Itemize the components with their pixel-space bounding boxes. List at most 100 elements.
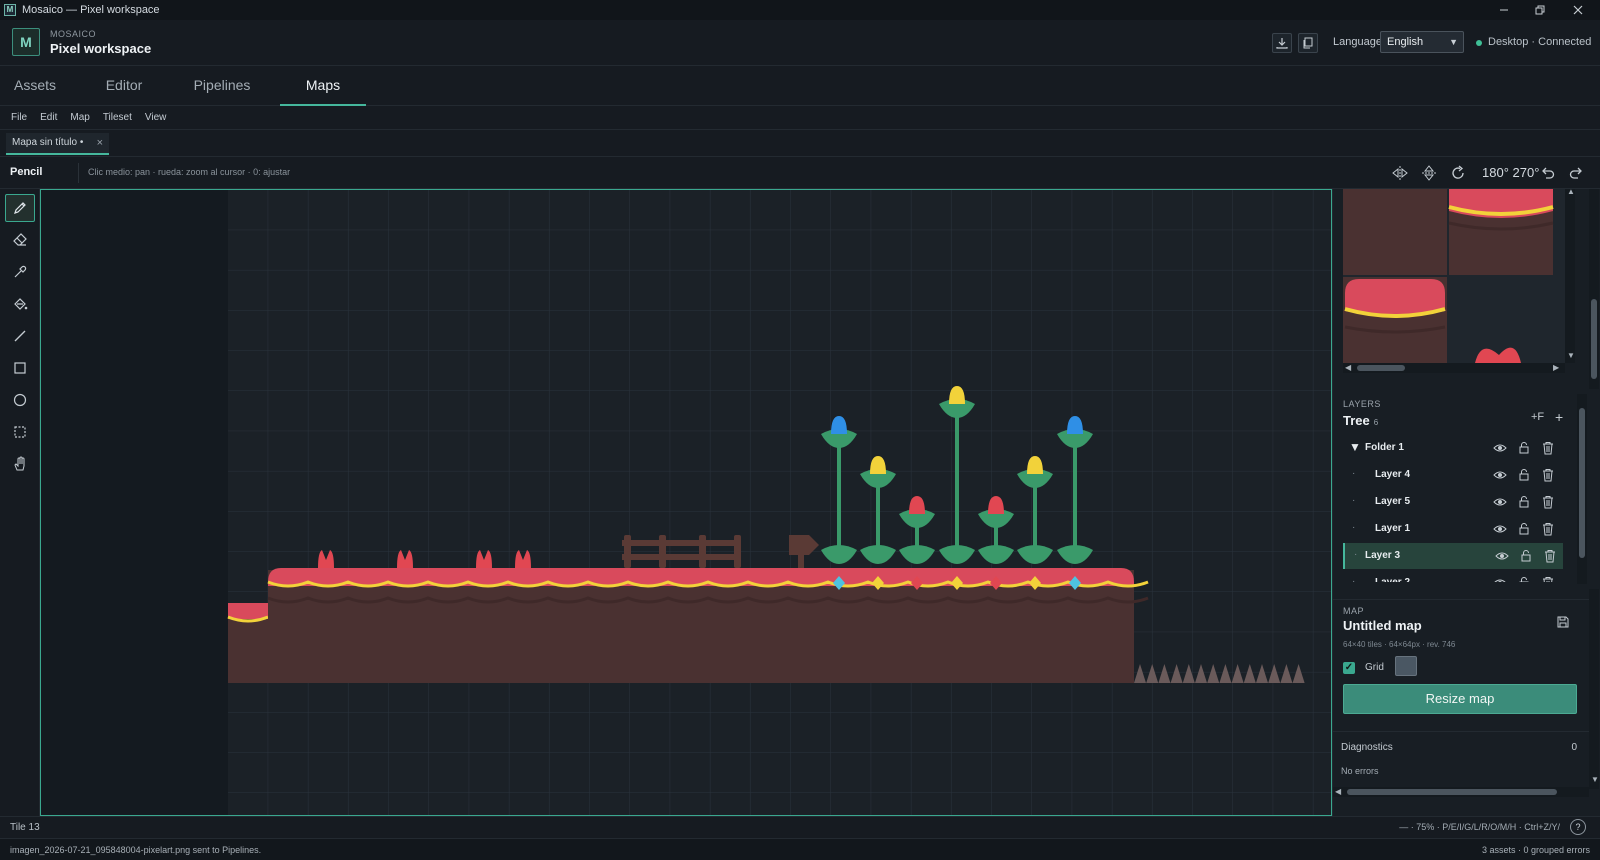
tab-editor[interactable]: Editor: [98, 66, 150, 106]
menu-file[interactable]: File: [11, 112, 27, 123]
trash-icon[interactable]: [1541, 441, 1555, 455]
panel-horizontal-scrollbar[interactable]: ◀: [1333, 787, 1589, 797]
minimize-button[interactable]: [1486, 0, 1522, 20]
eye-icon[interactable]: [1495, 549, 1509, 563]
chevron-down-icon[interactable]: ▼: [1349, 440, 1361, 454]
help-button[interactable]: ?: [1570, 819, 1586, 835]
tileset-vertical-scrollbar[interactable]: ▲ ▼: [1565, 187, 1575, 363]
scroll-left-icon[interactable]: ◀: [1335, 787, 1341, 796]
scroll-down-icon[interactable]: ▼: [1567, 351, 1575, 360]
layer-row[interactable]: · Layer 1: [1343, 516, 1563, 542]
fill-tool[interactable]: [5, 290, 35, 318]
eye-icon[interactable]: [1493, 522, 1507, 536]
copy-button[interactable]: [1298, 33, 1318, 53]
map-viewport[interactable]: [41, 190, 1332, 816]
connection-status-dot: [1476, 40, 1482, 46]
panel-scrollbar-top[interactable]: [1589, 189, 1599, 389]
document-tab[interactable]: Mapa sin título • ×: [6, 133, 109, 155]
scroll-thumb[interactable]: [1357, 365, 1405, 371]
layers-scrollbar[interactable]: [1577, 394, 1587, 584]
scroll-down-icon[interactable]: ▼: [1591, 775, 1599, 784]
tab-assets[interactable]: Assets: [8, 66, 62, 106]
indent-dot: ·: [1354, 549, 1358, 560]
lock-icon[interactable]: [1517, 522, 1531, 536]
scroll-right-icon[interactable]: ▶: [1553, 363, 1559, 372]
select-tool[interactable]: [5, 418, 35, 446]
status-bar: Tile 13 — · 75% · P/E/I/G/L/R/O/M/H · Ct…: [0, 816, 1600, 838]
flip-vertical-button[interactable]: [1421, 165, 1437, 181]
tileset-tile-sprout: [1449, 277, 1553, 363]
line-tool[interactable]: [5, 322, 35, 350]
trash-icon[interactable]: [1541, 522, 1555, 536]
layer-row[interactable]: · Layer 3: [1343, 543, 1563, 569]
diagnostics-label[interactable]: Diagnostics: [1341, 742, 1393, 753]
map-title: Untitled map: [1343, 618, 1422, 633]
scroll-left-icon[interactable]: ◀: [1345, 363, 1351, 372]
pencil-tool[interactable]: [5, 194, 35, 222]
flip-horizontal-button[interactable]: [1392, 165, 1408, 181]
close-window-button[interactable]: [1560, 0, 1596, 20]
trash-icon[interactable]: [1543, 549, 1557, 563]
layer-row[interactable]: · Layer 2: [1343, 570, 1563, 582]
add-folder-button[interactable]: +F: [1531, 411, 1544, 423]
scroll-thumb[interactable]: [1591, 299, 1597, 379]
redo-button[interactable]: [1568, 165, 1584, 181]
add-layer-button[interactable]: +: [1555, 409, 1563, 425]
lock-icon[interactable]: [1517, 468, 1531, 482]
grid-color-swatch[interactable]: [1395, 656, 1417, 676]
ellipse-tool[interactable]: [5, 386, 35, 414]
lock-icon[interactable]: [1517, 441, 1531, 455]
rotate-button[interactable]: [1450, 165, 1466, 181]
layer-folder-row[interactable]: ▼ Folder 1: [1343, 435, 1563, 461]
layers-title: Tree 6: [1343, 413, 1378, 428]
save-map-button[interactable]: [1557, 616, 1569, 631]
eraser-tool[interactable]: [5, 226, 35, 254]
rotation-options[interactable]: 180° 270°: [1482, 165, 1539, 180]
trash-icon[interactable]: [1541, 468, 1555, 482]
undo-button[interactable]: [1540, 165, 1556, 181]
language-select[interactable]: English ▼: [1380, 31, 1464, 53]
message-bar: imagen_2026-07-21_095848004-pixelart.png…: [0, 838, 1600, 860]
lock-icon[interactable]: [1519, 549, 1533, 563]
layer-row[interactable]: · Layer 5: [1343, 489, 1563, 515]
eye-icon[interactable]: [1493, 441, 1507, 455]
eye-icon[interactable]: [1493, 576, 1507, 582]
tab-pipelines[interactable]: Pipelines: [188, 66, 256, 106]
layer-row[interactable]: · Layer 4: [1343, 462, 1563, 488]
menu-edit[interactable]: Edit: [40, 112, 57, 123]
close-tab-icon[interactable]: ×: [97, 133, 103, 153]
tab-maps[interactable]: Maps: [280, 66, 366, 106]
eye-icon[interactable]: [1493, 495, 1507, 509]
menu-view[interactable]: View: [145, 112, 167, 123]
download-button[interactable]: [1272, 33, 1292, 53]
map-canvas[interactable]: [40, 189, 1332, 816]
tileset-horizontal-scrollbar[interactable]: ◀ ▶: [1343, 363, 1565, 373]
divider: [78, 163, 79, 183]
right-panel: ▲ ▼ ◀ ▶ LAYERS Tree 6 +F + ▼ Folder 1 · Laye…: [1332, 187, 1600, 816]
panel-scrollbar-bottom[interactable]: ▼: [1589, 589, 1599, 789]
lock-icon[interactable]: [1517, 495, 1531, 509]
map-meta: 64×40 tiles · 64×64px · rev. 746: [1343, 640, 1456, 649]
menu-tileset[interactable]: Tileset: [103, 112, 132, 123]
hand-tool[interactable]: [5, 450, 35, 478]
scroll-up-icon[interactable]: ▲: [1567, 187, 1575, 196]
eyedropper-tool[interactable]: [5, 258, 35, 286]
hand-pan-icon: [14, 456, 25, 471]
menu-map[interactable]: Map: [70, 112, 89, 123]
scroll-thumb[interactable]: [1347, 789, 1557, 795]
trash-icon[interactable]: [1541, 576, 1555, 582]
maximize-button[interactable]: [1522, 0, 1558, 20]
resize-map-button[interactable]: Resize map: [1343, 684, 1577, 714]
rectangle-tool[interactable]: [5, 354, 35, 382]
lock-icon[interactable]: [1517, 576, 1531, 582]
tileset-tile-dirt: [1343, 189, 1447, 275]
tileset-palette[interactable]: [1343, 189, 1565, 367]
eye-icon[interactable]: [1493, 468, 1507, 482]
trash-icon[interactable]: [1541, 495, 1555, 509]
ellipse-icon: [13, 393, 27, 407]
grid-checkbox[interactable]: ✓: [1343, 662, 1355, 674]
scroll-thumb[interactable]: [1579, 408, 1585, 558]
shortcut-readout: — · 75% · P/E/I/G/L/R/O/M/H · Ctrl+Z/Y/: [1399, 822, 1560, 832]
indent-dot: ·: [1352, 522, 1356, 533]
close-icon: [1573, 5, 1583, 15]
